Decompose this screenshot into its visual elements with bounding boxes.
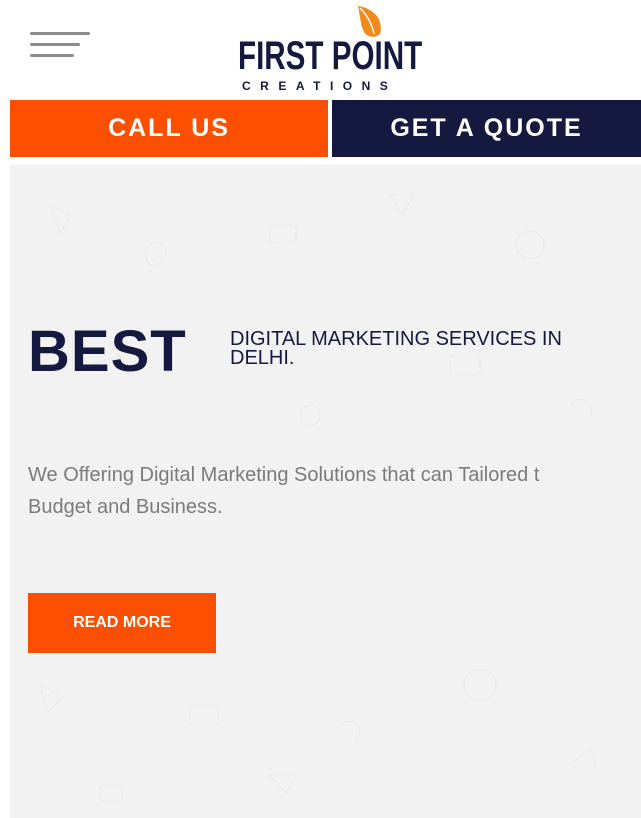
hero-section: BEST DIGITAL MARKETING SERVICES IN DELHI… [10,165,641,818]
hero-description: We Offering Digital Marketing Solutions … [28,464,540,518]
logo-sub-text: CREATIONS [242,79,398,93]
cta-bar: CALL US GET A QUOTE [10,100,641,157]
hamburger-menu-icon[interactable] [30,28,92,68]
hero-subtitle: DIGITAL MARKETING SERVICES IN DELHI. [230,328,562,369]
hero-best-text: BEST [28,319,187,384]
logo-main-text: FIRST POINT [238,34,423,78]
logo[interactable]: FIRST POINT CREATIONS [238,4,428,96]
call-us-button[interactable]: CALL US [10,100,328,157]
read-more-button[interactable]: READ MORE [28,593,216,653]
get-a-quote-button[interactable]: GET A QUOTE [332,100,641,157]
site-header: FIRST POINT CREATIONS [0,0,641,100]
